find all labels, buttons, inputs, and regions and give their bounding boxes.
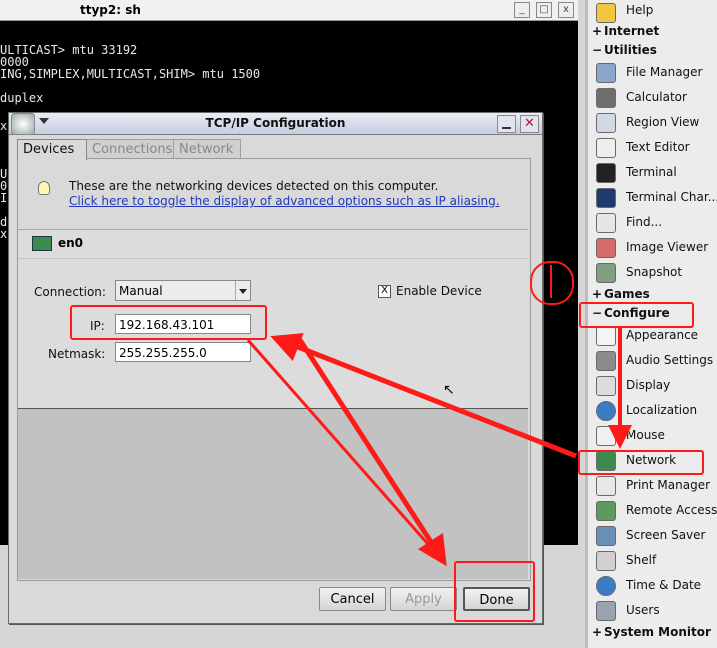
tab-devices[interactable]: Devices xyxy=(17,139,87,160)
arrow-network-to-ip xyxy=(270,333,577,459)
annotation-arrows xyxy=(246,265,632,567)
arrow-ip-to-done-thin xyxy=(246,339,444,561)
arrow-ip-to-done xyxy=(297,338,447,567)
